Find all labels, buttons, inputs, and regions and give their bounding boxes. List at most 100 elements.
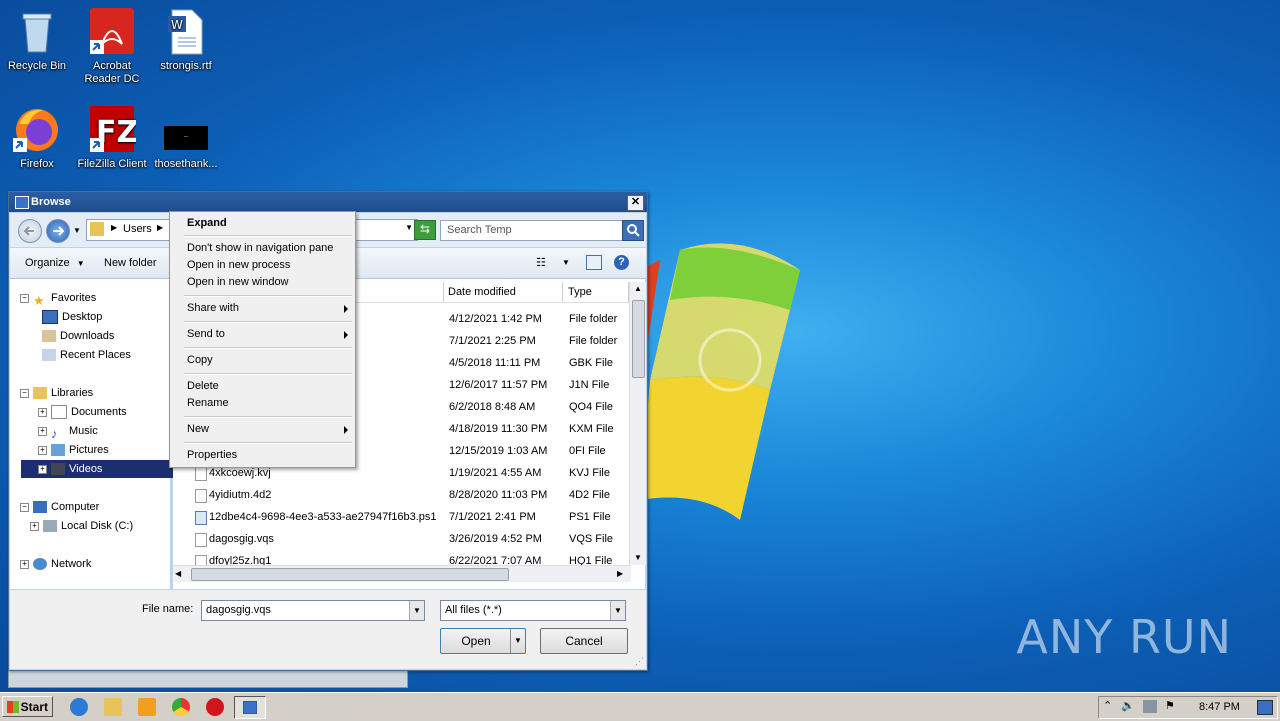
- search-button[interactable]: [622, 220, 644, 241]
- tree-desktop[interactable]: Desktop: [42, 308, 102, 326]
- tree-network[interactable]: + Network: [20, 555, 91, 573]
- downloads-icon: [42, 330, 56, 343]
- clock[interactable]: 8:47 PM: [1199, 701, 1240, 713]
- menu-item-properties[interactable]: Properties: [187, 447, 237, 464]
- open-button[interactable]: Open ▼: [440, 628, 526, 654]
- view-options-icon[interactable]: ☷: [536, 248, 552, 278]
- chrome-icon[interactable]: [172, 698, 190, 716]
- desktop-icon-thosethank[interactable]: thosethank...: [149, 106, 223, 171]
- desktop-icon-label: Acrobat Reader DC: [84, 60, 140, 85]
- menu-item-send-to[interactable]: Send to: [187, 326, 225, 343]
- tree-music[interactable]: + ♪ Music: [38, 422, 98, 441]
- desktop-icon-acrobat[interactable]: Acrobat Reader DC: [75, 8, 149, 86]
- file-row[interactable]: dagosgig.vqs 3/26/2019 4:52 PM VQS File: [173, 528, 631, 550]
- breadcrumb-users[interactable]: Users: [123, 223, 152, 235]
- vertical-scroll-thumb[interactable]: [632, 300, 645, 378]
- start-button[interactable]: Start: [2, 696, 53, 717]
- open-dropdown-icon[interactable]: ▼: [510, 629, 525, 653]
- scroll-right-icon[interactable]: ▶: [617, 567, 629, 581]
- network-icon: [33, 558, 47, 571]
- back-button[interactable]: [18, 219, 42, 243]
- tray-expand-icon[interactable]: ⌃: [1103, 699, 1112, 712]
- collapse-icon[interactable]: −: [20, 293, 29, 303]
- horizontal-scroll-thumb[interactable]: [191, 568, 509, 581]
- expand-icon[interactable]: +: [38, 445, 47, 455]
- file-explorer-icon[interactable]: [104, 698, 122, 716]
- network-status-icon[interactable]: [1143, 700, 1157, 713]
- scroll-up-icon[interactable]: ▲: [631, 282, 645, 296]
- tree-favorites[interactable]: − ★ Favorites: [20, 289, 96, 308]
- resize-grip-icon[interactable]: ⋰: [635, 656, 644, 667]
- menu-item-copy[interactable]: Copy: [187, 352, 213, 369]
- expand-icon[interactable]: +: [38, 426, 47, 436]
- opera-icon[interactable]: [206, 698, 224, 716]
- help-icon[interactable]: ?: [614, 255, 629, 270]
- menu-item-new[interactable]: New: [187, 421, 209, 438]
- desktop-icon-strongis[interactable]: W strongis.rtf: [149, 8, 223, 73]
- expand-icon[interactable]: +: [38, 407, 47, 417]
- internet-explorer-icon[interactable]: [70, 698, 88, 716]
- menu-item-open-new-window[interactable]: Open in new window: [187, 274, 289, 291]
- organize-button[interactable]: Organize ▼: [25, 248, 85, 278]
- menu-item-open-new-process[interactable]: Open in new process: [187, 257, 290, 274]
- file-row[interactable]: dfoyl25z.hq1 6/22/2021 7:07 AM HQ1 File: [173, 550, 631, 565]
- desktop-icon-label: thosethank...: [154, 158, 218, 170]
- desktop-icon-label: FileZilla Client: [77, 158, 147, 170]
- preview-pane-icon[interactable]: [586, 255, 602, 270]
- collapse-icon[interactable]: −: [20, 388, 29, 398]
- search-input[interactable]: Search Temp: [440, 220, 626, 241]
- refresh-button[interactable]: ⇆: [414, 220, 436, 240]
- scroll-left-icon[interactable]: ◀: [175, 567, 187, 581]
- menu-item-rename[interactable]: Rename: [187, 395, 229, 412]
- recent-pages-chevron-icon[interactable]: ▼: [73, 226, 81, 235]
- expand-icon[interactable]: +: [20, 559, 29, 569]
- forward-button[interactable]: [46, 219, 70, 243]
- vertical-scrollbar[interactable]: ▲ ▼: [629, 282, 646, 565]
- menu-item-dont-show[interactable]: Don't show in navigation pane: [187, 240, 333, 257]
- file-row[interactable]: 4yidiutm.4d2 8/28/2020 11:03 PM 4D2 File: [173, 484, 631, 506]
- watermark-text: ANY RUN: [1016, 610, 1232, 664]
- tree-videos[interactable]: + Videos: [21, 460, 177, 478]
- view-dropdown-icon[interactable]: ▼: [562, 248, 570, 278]
- tree-computer[interactable]: − Computer: [20, 498, 99, 516]
- file-type: QO4 File: [569, 401, 614, 413]
- file-row[interactable]: 12dbe4c4-9698-4ee3-a533-ae27947f16b3.ps1…: [173, 506, 631, 528]
- file-date: 1/19/2021 4:55 AM: [449, 467, 542, 479]
- tree-libraries[interactable]: − Libraries: [20, 384, 93, 402]
- show-desktop-icon[interactable]: [1257, 700, 1273, 715]
- cancel-button[interactable]: Cancel: [540, 628, 628, 654]
- filter-dropdown-icon[interactable]: ▼: [610, 601, 625, 620]
- collapse-icon[interactable]: −: [20, 502, 29, 512]
- filename-dropdown-icon[interactable]: ▼: [409, 601, 424, 620]
- menu-item-delete[interactable]: Delete: [187, 378, 219, 395]
- menu-item-expand[interactable]: Expand: [187, 215, 227, 232]
- tree-pictures[interactable]: + Pictures: [38, 441, 109, 459]
- address-dropdown-icon[interactable]: ▼: [405, 223, 413, 232]
- tree-local-disk[interactable]: + Local Disk (C:): [30, 517, 133, 535]
- action-center-flag-icon[interactable]: ⚑: [1165, 699, 1175, 712]
- filename-input[interactable]: dagosgig.vqs ▼: [201, 600, 425, 621]
- scroll-down-icon[interactable]: ▼: [631, 551, 645, 565]
- tree-recent-places[interactable]: Recent Places: [42, 346, 131, 364]
- horizontal-scrollbar[interactable]: ◀ ▶: [173, 565, 631, 582]
- volume-icon[interactable]: 🔈: [1121, 699, 1135, 712]
- file-type-filter[interactable]: All files (*.*) ▼: [440, 600, 626, 621]
- new-folder-button[interactable]: New folder: [104, 248, 157, 278]
- close-button[interactable]: ✕: [627, 195, 644, 211]
- expand-icon[interactable]: +: [30, 521, 39, 531]
- desktop-icon-firefox[interactable]: Firefox: [0, 106, 74, 171]
- media-player-icon[interactable]: [138, 698, 156, 716]
- expand-icon[interactable]: +: [38, 464, 47, 474]
- column-header-type[interactable]: Type: [564, 282, 629, 303]
- column-header-date-modified[interactable]: Date modified: [444, 282, 563, 303]
- app-window-icon: [243, 701, 257, 714]
- tree-documents[interactable]: + Documents: [38, 403, 127, 421]
- desktop-icon-recycle-bin[interactable]: Recycle Bin: [0, 8, 74, 73]
- desktop-icon-filezilla[interactable]: FZ FileZilla Client: [75, 106, 149, 171]
- tree-downloads[interactable]: Downloads: [42, 327, 114, 345]
- menu-item-share-with[interactable]: Share with: [187, 300, 239, 317]
- taskbar-browse-window-button[interactable]: [234, 696, 266, 719]
- refresh-icon: ⇆: [419, 222, 431, 236]
- dialog-titlebar[interactable]: Browse ✕: [9, 192, 647, 212]
- file-icon: [195, 533, 207, 547]
